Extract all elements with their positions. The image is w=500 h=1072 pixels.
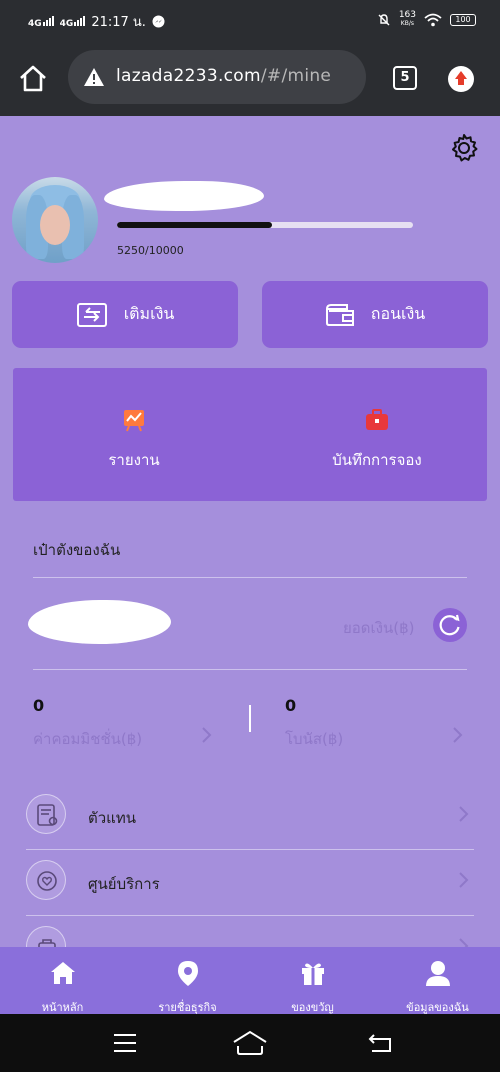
commission-value: 0: [33, 696, 45, 715]
tab-gifts[interactable]: ของขวัญ: [250, 947, 375, 1014]
system-home-icon[interactable]: [232, 1030, 268, 1056]
user-icon: [425, 961, 450, 986]
recent-apps-icon[interactable]: [112, 1032, 138, 1054]
username-redacted: [104, 181, 264, 211]
clock: 21:17 น.: [91, 15, 146, 30]
chevron-right-icon: [459, 872, 469, 888]
withdraw-button[interactable]: ถอนเงิน: [262, 281, 488, 348]
browser-toolbar: lazada2233.com/#/mine 5: [0, 38, 500, 116]
network-indicator-1: 4G: [28, 15, 54, 29]
chevron-right-icon: [459, 806, 469, 822]
location-pin-icon: [177, 961, 198, 986]
refresh-icon: [439, 614, 460, 636]
menu-item-label: ศูนย์บริการ: [88, 875, 160, 893]
divider: [33, 669, 467, 670]
agent-certificate-icon: [26, 794, 66, 834]
network-indicator-2: 4G: [60, 15, 86, 29]
stat-separator: [249, 705, 251, 732]
wifi-icon: [424, 13, 442, 26]
browser-update-icon[interactable]: [448, 66, 474, 92]
service-heart-icon: [26, 860, 66, 900]
balance-redacted: [28, 600, 171, 644]
network-speed: 163 KB/s: [398, 10, 416, 28]
tab-business-list[interactable]: รายชื่อธุรกิจ: [125, 947, 250, 1014]
chevron-right-icon[interactable]: [200, 724, 214, 746]
bottom-navigation: หน้าหลัก รายชื่อธุรกิจ ของขวัญ ข้อมูลของ…: [0, 947, 500, 1014]
booking-record-button[interactable]: บันทึกการจอง: [321, 408, 433, 472]
tab-home[interactable]: หน้าหลัก: [0, 947, 125, 1014]
wallet-title: เป๋าตังของฉัน: [33, 541, 121, 559]
system-navigation-bar: [0, 1014, 500, 1072]
gift-icon: [301, 963, 324, 985]
chevron-right-icon[interactable]: [451, 724, 465, 746]
quick-links-panel: รายงาน บันทึกการจอง: [13, 368, 487, 501]
bonus-label[interactable]: โบนัส(฿): [285, 727, 343, 751]
deposit-icon: [76, 302, 107, 327]
tab-my-info[interactable]: ข้อมูลของฉัน: [375, 947, 500, 1014]
url-text[interactable]: lazada2233.com/#/mine: [116, 66, 331, 86]
menu-item-agent[interactable]: ตัวแทน: [26, 784, 474, 850]
report-label: รายงาน: [108, 451, 160, 469]
level-progress-text: 5250/10000: [117, 244, 184, 257]
deposit-button[interactable]: เติมเงิน: [12, 281, 238, 348]
browser-home-icon[interactable]: [18, 64, 48, 94]
bonus-value: 0: [285, 696, 297, 715]
back-icon[interactable]: [368, 1031, 394, 1055]
wallet-icon: [325, 303, 354, 326]
mute-icon: [378, 13, 390, 25]
booking-briefcase-icon: [366, 409, 388, 430]
tab-switcher-button[interactable]: 5: [393, 66, 417, 90]
withdraw-label: ถอนเงิน: [370, 304, 426, 323]
commission-label[interactable]: ค่าคอมมิชชั่น(฿): [33, 727, 142, 751]
divider: [33, 577, 467, 578]
address-bar[interactable]: lazada2233.com/#/mine: [68, 50, 366, 104]
report-chart-icon: [124, 410, 144, 432]
booking-record-label: บันทึกการจอง: [332, 451, 422, 469]
level-progress-bar: [117, 222, 413, 228]
warning-icon[interactable]: [83, 67, 105, 87]
report-button[interactable]: รายงาน: [105, 408, 163, 472]
balance-label: ยอดเงิน(฿): [343, 619, 415, 637]
menu-item-label: ตัวแทน: [88, 809, 136, 827]
home-icon: [50, 962, 75, 984]
battery-icon: 100: [450, 13, 476, 26]
status-bar: 4G 4G 21:17 น. 163 KB/s 100: [0, 0, 500, 38]
messenger-icon: [152, 15, 165, 28]
settings-gear-icon[interactable]: [449, 133, 479, 163]
menu-item-service-center[interactable]: ศูนย์บริการ: [26, 850, 474, 916]
deposit-label: เติมเงิน: [123, 304, 175, 323]
avatar[interactable]: [12, 177, 98, 263]
refresh-balance-button[interactable]: [433, 608, 467, 642]
